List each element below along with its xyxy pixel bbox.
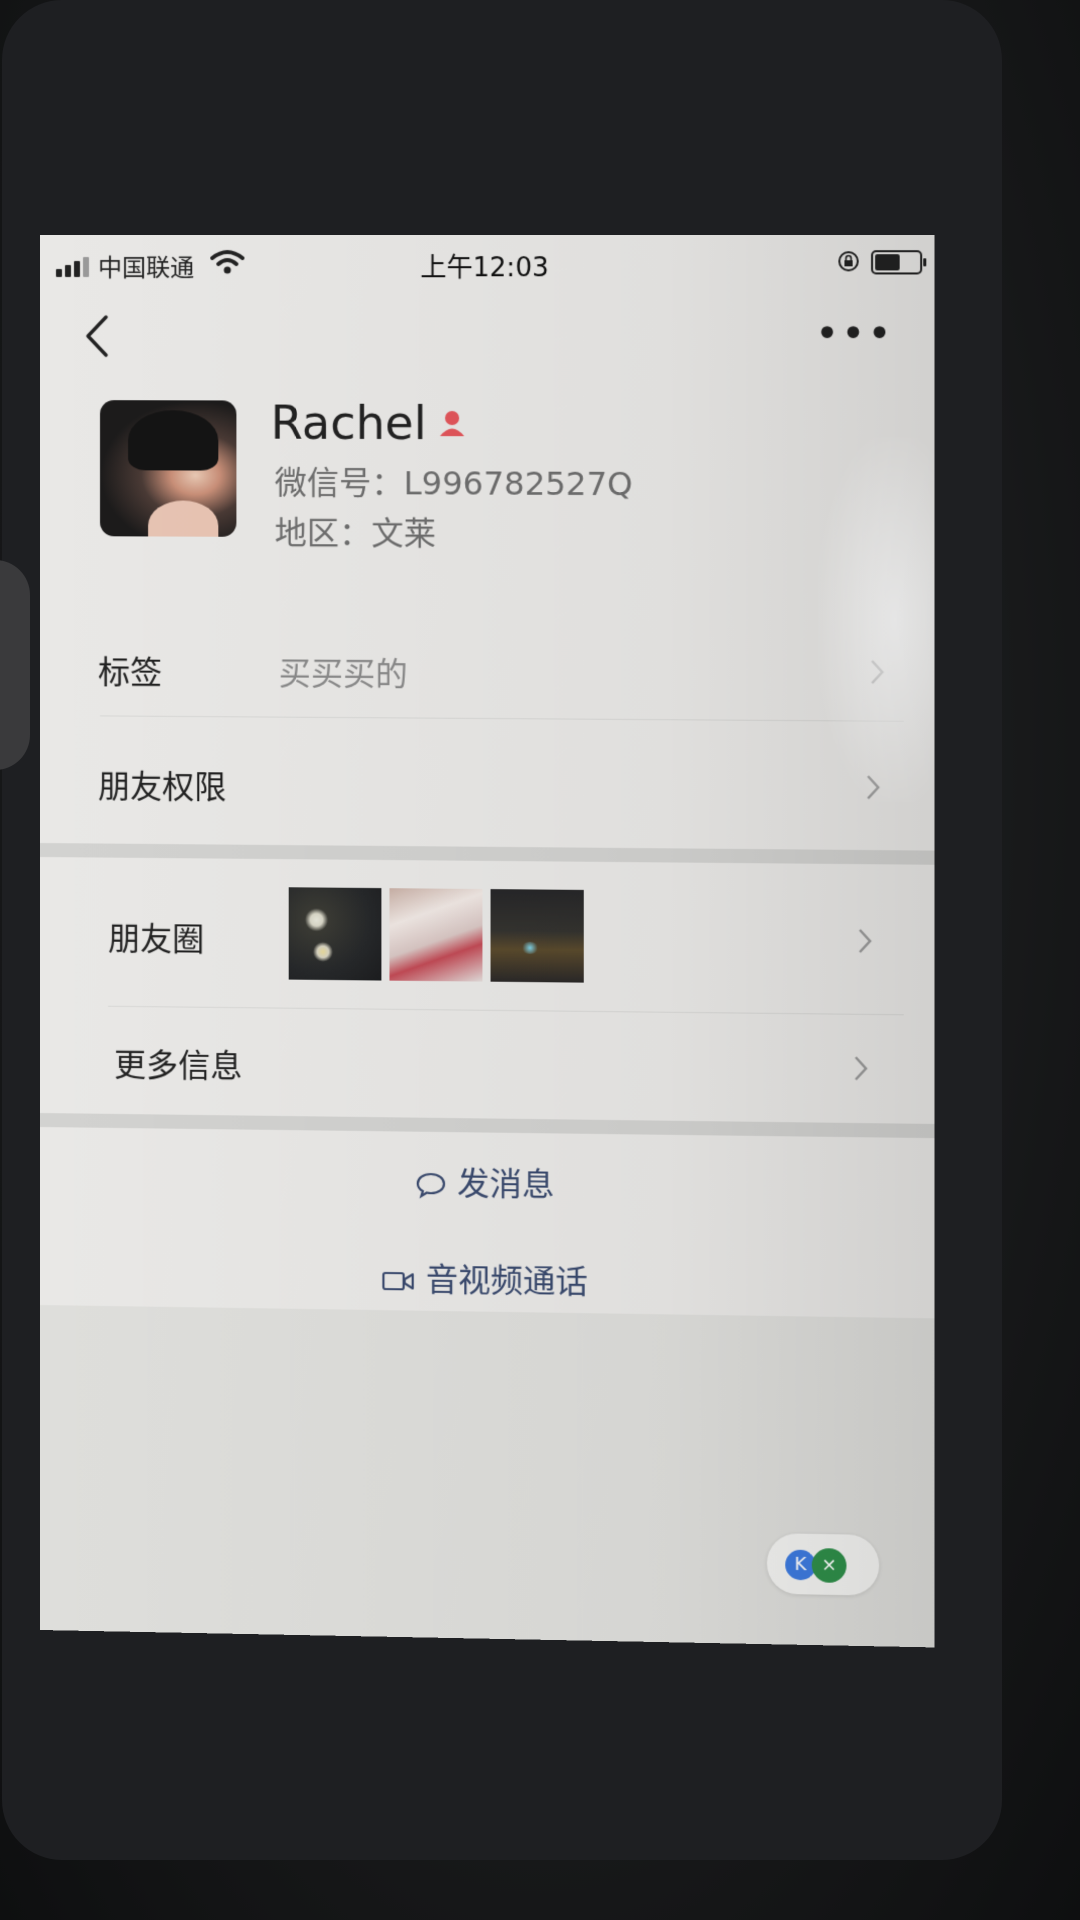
female-icon [439,410,465,437]
av-call-button[interactable]: 音视频通话 [40,1249,935,1308]
chevron-right-icon [857,927,873,955]
chat-bubble-icon [415,1171,447,1200]
light-glare [817,437,935,803]
permissions-label: 朋友权限 [98,767,227,807]
more-options-button[interactable]: ••• [815,311,893,358]
section-gap [40,1113,935,1139]
divider [108,1005,904,1016]
empty-area [40,1305,935,1648]
av-call-label: 音视频通话 [425,1260,588,1302]
status-bar: 中国联通 上午12:03 [40,235,935,288]
send-message-button[interactable]: 发消息 [40,1153,935,1211]
rotation-lock-icon [836,249,861,273]
clock: 上午12:03 [420,253,549,284]
more-info-label: 更多信息 [114,1045,243,1086]
battery-icon [871,250,927,275]
region: 地区：文莱 [274,513,436,553]
chevron-right-icon [869,658,885,686]
send-message-label: 发消息 [457,1164,555,1204]
moments-photo-3 [490,889,584,983]
moments-photo-1 [288,887,382,981]
video-camera-icon [381,1270,415,1293]
moments-label: 朋友圈 [108,919,205,959]
section-gap [40,843,935,865]
avatar[interactable] [100,400,237,537]
tags-value: 买买买的 [278,654,408,694]
divider [100,715,904,722]
contact-name: Rachel [270,395,427,451]
floating-assistant-button[interactable]: K × [766,1533,880,1596]
finger [0,560,30,770]
wechat-id: 微信号：L996782527Q [274,463,633,504]
tags-label: 标签 [98,653,163,692]
phone-screen: 中国联通 上午12:03 ••• Rachel 微信号：L996782527Q … [40,235,935,1648]
chevron-right-icon [865,773,881,801]
moments-photo-2 [389,888,483,982]
back-button[interactable] [82,313,112,359]
chevron-right-icon [853,1054,869,1083]
photo-background: 中国联通 上午12:03 ••• Rachel 微信号：L996782527Q … [0,0,1080,1920]
close-icon[interactable]: × [811,1548,847,1584]
